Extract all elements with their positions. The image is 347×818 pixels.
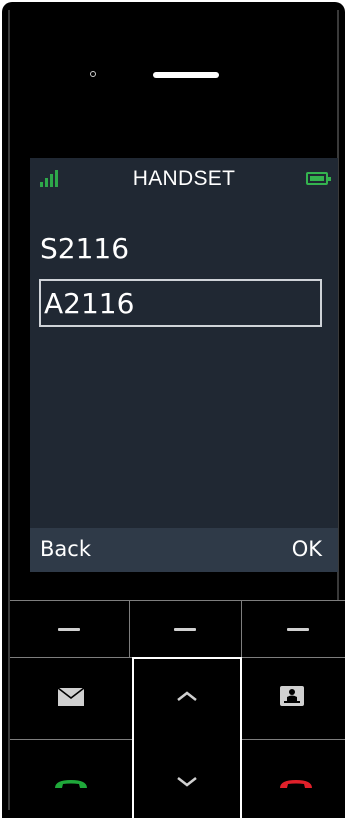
camera-icon <box>90 71 96 77</box>
battery-icon <box>306 172 331 185</box>
red-handset-icon <box>280 780 312 788</box>
dash-icon <box>174 628 196 631</box>
earpiece-speaker <box>153 72 219 78</box>
keypad <box>10 600 345 818</box>
envelope-icon <box>58 688 84 706</box>
soft-left-key[interactable] <box>10 601 129 657</box>
status-bar: HANDSET <box>30 158 338 202</box>
nav-down-key[interactable] <box>134 740 240 818</box>
phonebook-key[interactable] <box>243 658 345 739</box>
end-call-key[interactable] <box>243 740 345 818</box>
handset-device: HANDSET S2116 A2116 Back OK <box>2 2 345 818</box>
dash-icon <box>58 628 80 631</box>
green-handset-icon <box>55 780 87 788</box>
screen-title: HANDSET <box>132 167 236 190</box>
soft-right-key[interactable] <box>242 601 345 657</box>
menu-item-label: A2116 <box>44 287 135 320</box>
softkey-bar: Back OK <box>30 528 338 572</box>
back-softkey-label[interactable]: Back <box>40 537 91 561</box>
nav-up-key[interactable] <box>134 659 240 737</box>
ok-softkey-label[interactable]: OK <box>292 537 322 561</box>
display-screen: HANDSET S2116 A2116 Back OK <box>30 158 338 572</box>
call-key[interactable] <box>10 740 132 818</box>
menu-item-a2116-selected[interactable]: A2116 <box>39 279 322 327</box>
message-key[interactable] <box>10 658 132 739</box>
soft-center-key[interactable] <box>130 601 241 657</box>
chevron-down-icon <box>177 777 197 787</box>
phonebook-icon <box>280 686 304 706</box>
chevron-up-icon <box>177 691 197 701</box>
menu-item-s2116[interactable]: S2116 <box>40 232 129 265</box>
dash-icon <box>287 628 309 631</box>
